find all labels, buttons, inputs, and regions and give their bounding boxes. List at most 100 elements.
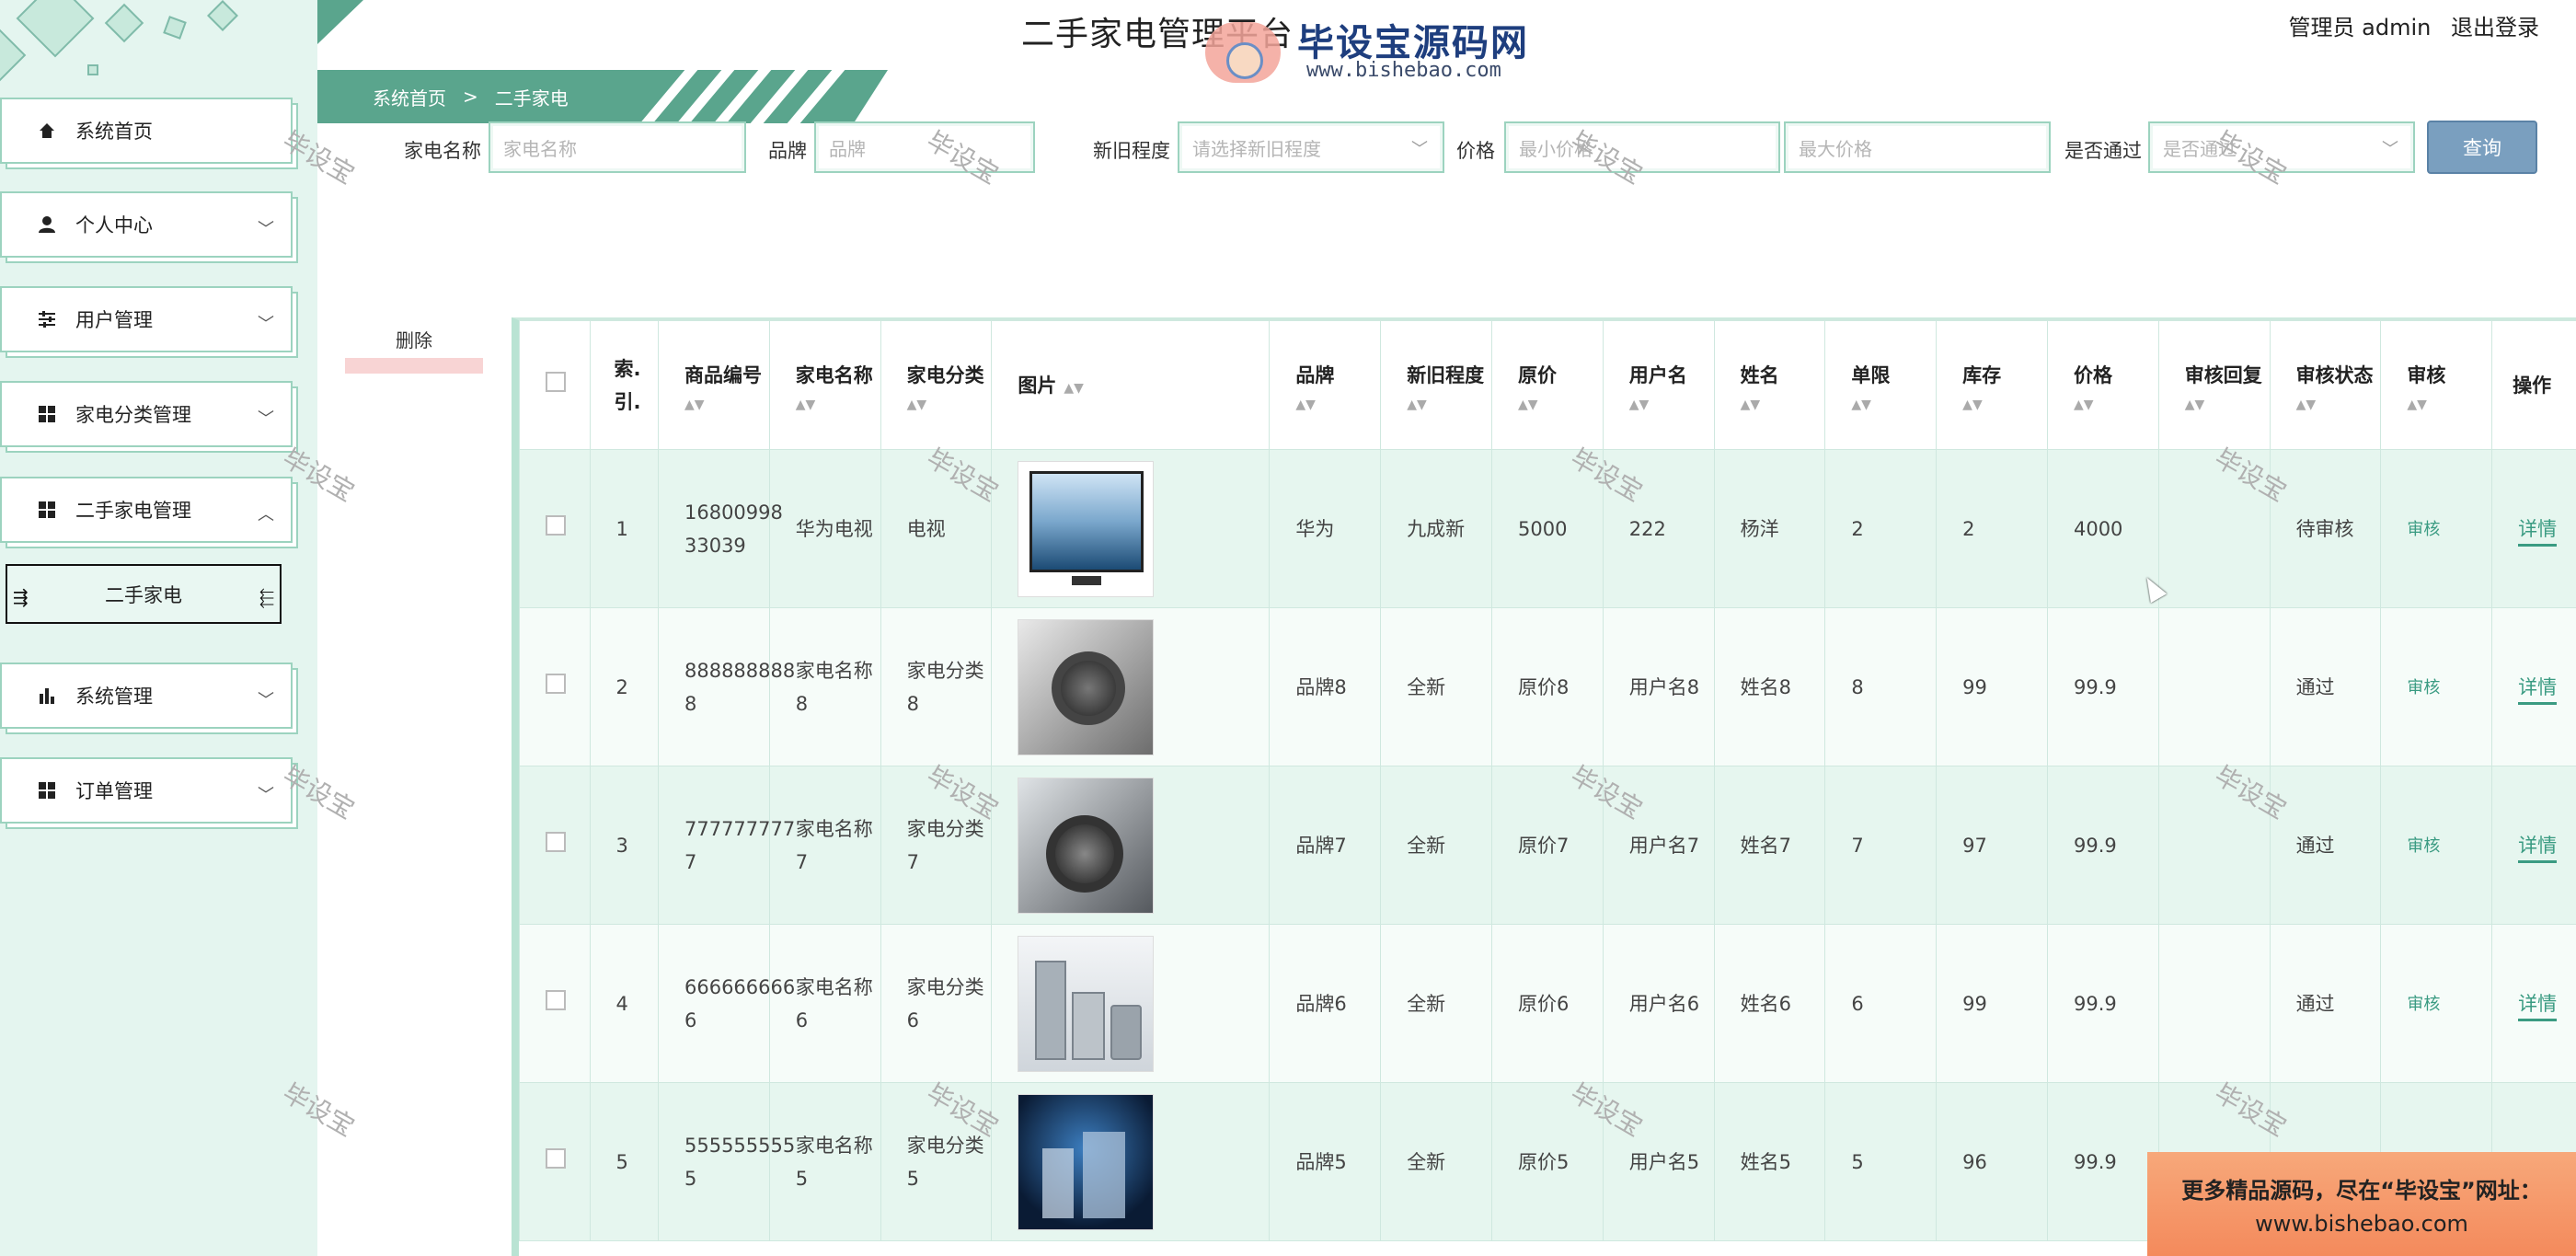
col-brand-label: 品牌 [1295, 363, 1335, 386]
col-stock[interactable]: 库存 ▲▼ [1936, 320, 2048, 450]
row-checkbox[interactable] [519, 449, 591, 608]
promo-line1: 更多精品源码，尽在“毕设宝”网址： [2181, 1178, 2542, 1204]
sidebar-item-orders[interactable]: 订单管理 ﹀ [0, 757, 293, 824]
review-link[interactable]: 审核 [2407, 995, 2440, 1014]
cell-image[interactable] [991, 449, 1271, 608]
sort-icon: ▲▼ [1962, 397, 1983, 412]
col-review-status[interactable]: 审核状态 ▲▼ [2269, 320, 2382, 450]
filter-label-brand: 品牌 [768, 140, 807, 162]
sidebar-item-label: 个人中心 [75, 214, 153, 236]
col-brand[interactable]: 品牌 ▲▼ [1269, 320, 1382, 450]
select-all-checkbox[interactable] [519, 320, 591, 450]
cell-limit: 7 [1824, 766, 1938, 925]
query-button[interactable]: 查询 [2427, 121, 2537, 174]
row-checkbox[interactable] [519, 1082, 591, 1241]
col-realname[interactable]: 姓名 ▲▼ [1713, 320, 1826, 450]
col-category[interactable]: 家电分类 ▲▼ [880, 320, 993, 450]
row-checkbox[interactable] [519, 607, 591, 766]
col-price[interactable]: 价格 ▲▼ [2046, 320, 2159, 450]
sidebar-subitem-secondhand[interactable]: ⇶ 二手家电 ⬱ [6, 564, 282, 624]
brand-input[interactable]: 品牌 [814, 121, 1035, 173]
washer-image [1018, 618, 1155, 755]
sidebar-item-home[interactable]: 系统首页 [0, 98, 293, 164]
col-review-label: 审核 [2407, 363, 2446, 386]
sort-icon: ▲▼ [1851, 397, 1871, 412]
delete-label: 删除 [396, 329, 432, 351]
col-review[interactable]: 审核 ▲▼ [2380, 320, 2493, 450]
price-min-input[interactable]: 最小价格 [1504, 121, 1780, 173]
cell-condition: 全新 [1380, 766, 1492, 925]
col-name[interactable]: 家电名称 ▲▼ [768, 320, 881, 450]
col-original-price[interactable]: 原价 ▲▼ [1490, 320, 1604, 450]
approved-select[interactable]: 是否通过 ﹀ [2148, 121, 2415, 173]
sidebar-item-label: 订单管理 [75, 780, 153, 802]
cell-realname: 姓名7 [1713, 766, 1826, 925]
detail-link[interactable]: 详情 [2518, 675, 2558, 705]
sidebar: 系统首页 个人中心 ﹀ 用户管理 ﹀ 家电分类管理 ﹀ 二手家电管理 ︿ ⇶ 二… [0, 0, 317, 1256]
review-link[interactable]: 审核 [2407, 836, 2440, 856]
breadcrumb-current: 二手家电 [494, 86, 569, 109]
cell-image[interactable] [991, 607, 1271, 766]
sidebar-item-profile[interactable]: 个人中心 ﹀ [0, 191, 293, 258]
detail-link[interactable]: 详情 [2518, 992, 2558, 1021]
cell-image[interactable] [991, 1082, 1271, 1241]
cell-username: 222 [1602, 449, 1715, 608]
logout-link[interactable]: 退出登录 [2451, 15, 2539, 40]
sidebar-item-users[interactable]: 用户管理 ﹀ [0, 286, 293, 352]
col-review-reply[interactable]: 审核回复 ▲▼ [2157, 320, 2271, 450]
search-filters: 家电名称 家电名称 品牌 品牌 新旧程度 请选择新旧程度 ﹀ 价格 最小价格 最… [317, 118, 2576, 177]
cell-realname: 姓名5 [1713, 1082, 1826, 1241]
breadcrumb: 系统首页 > 二手家电 [317, 70, 888, 123]
cell-index: 1 [589, 449, 659, 608]
col-code[interactable]: 商品编号 ▲▼ [657, 320, 770, 450]
cell-name: 家电名称5 [768, 1082, 881, 1241]
col-limit[interactable]: 单限 ▲▼ [1824, 320, 1938, 450]
name-input[interactable]: 家电名称 [489, 121, 746, 173]
review-link[interactable]: 审核 [2407, 678, 2440, 697]
cell-brand: 品牌6 [1269, 924, 1382, 1083]
delete-button[interactable]: 删除 [345, 326, 483, 374]
sidebar-item-category[interactable]: 家电分类管理 ﹀ [0, 381, 293, 447]
user-bar: 管理员 admin 退出登录 [2276, 9, 2539, 41]
cell-stock: 99 [1936, 924, 2048, 1083]
filter-label-price: 价格 [1456, 140, 1495, 162]
cell-image[interactable] [991, 924, 1271, 1083]
cell-stock: 97 [1936, 766, 2048, 925]
col-condition[interactable]: 新旧程度 ▲▼ [1380, 320, 1492, 450]
chevron-down-icon: ﹀ [1411, 140, 1428, 159]
review-link[interactable]: 审核 [2407, 520, 2440, 539]
cell-review-status: 待审核 [2269, 449, 2382, 608]
sidebar-item-appliance[interactable]: 二手家电管理 ︿ [0, 477, 293, 543]
cell-original-price: 原价7 [1490, 766, 1604, 925]
cell-review: 审核 [2380, 449, 2493, 608]
col-condition-label: 新旧程度 [1407, 363, 1485, 386]
breadcrumb-home[interactable]: 系统首页 [373, 84, 446, 110]
col-original-price-label: 原价 [1517, 363, 1557, 386]
row-checkbox[interactable] [519, 924, 591, 1083]
cell-username: 用户名6 [1602, 924, 1715, 1083]
detail-link[interactable]: 详情 [2518, 834, 2558, 863]
cell-image[interactable] [991, 766, 1271, 925]
condition-select[interactable]: 请选择新旧程度 ﹀ [1178, 121, 1444, 173]
promo-banner[interactable]: 更多精品源码，尽在“毕设宝”网址： www.bishebao.com [2147, 1152, 2576, 1256]
grid-icon [37, 780, 57, 801]
col-image[interactable]: 图片 ▲▼ [991, 320, 1271, 450]
sidebar-item-system[interactable]: 系统管理 ﹀ [0, 663, 293, 729]
col-username[interactable]: 用户名 ▲▼ [1602, 320, 1715, 450]
condition-select-placeholder: 请选择新旧程度 [1192, 137, 1321, 160]
sidebar-item-label: 系统管理 [75, 686, 153, 708]
sort-icon: ▲▼ [1407, 397, 1427, 412]
row-checkbox[interactable] [519, 766, 591, 925]
detail-link[interactable]: 详情 [2518, 517, 2558, 547]
chevron-down-icon: ﹀ [258, 786, 274, 805]
sort-icon: ▲▼ [795, 397, 816, 412]
chevron-down-icon: ﹀ [2382, 140, 2398, 159]
cell-name: 华为电视 [768, 449, 881, 608]
cell-review-reply [2157, 449, 2271, 608]
table-row: 1 16800998 33039 华为电视 电视 华为 九成新 5000 222… [519, 449, 2576, 608]
cell-username: 用户名8 [1602, 607, 1715, 766]
price-max-input[interactable]: 最大价格 [1784, 121, 2051, 173]
appliance-set-image [1018, 935, 1155, 1072]
cell-realname: 杨洋 [1713, 449, 1826, 608]
delete-bar [345, 358, 483, 374]
